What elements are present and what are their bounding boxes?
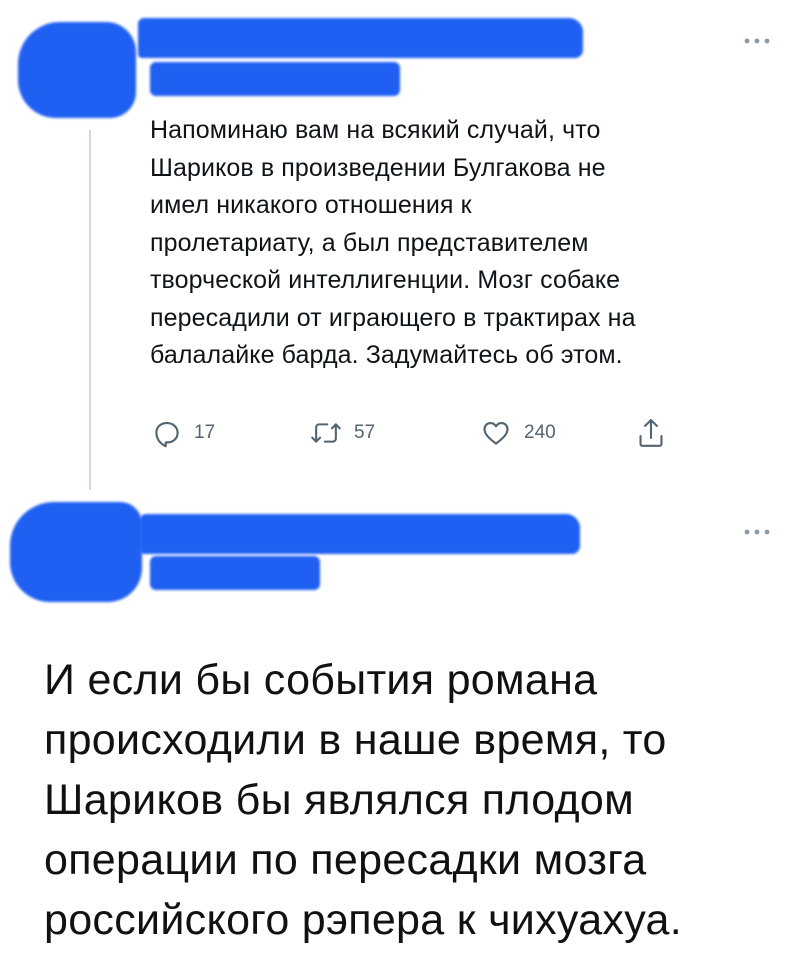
share-button[interactable] xyxy=(637,415,665,451)
redacted-avatar xyxy=(10,502,142,602)
retweet-button[interactable]: 57 xyxy=(310,415,375,451)
redacted-avatar xyxy=(18,22,136,118)
like-count: 240 xyxy=(524,422,556,443)
like-button[interactable]: 240 xyxy=(480,415,556,451)
retweet-count: 57 xyxy=(354,422,376,443)
redacted-display-name xyxy=(138,18,583,58)
thread-connector-line xyxy=(89,130,91,490)
reply-icon xyxy=(152,418,182,448)
meme-caption: И если бы события романа происходили в н… xyxy=(44,656,683,944)
more-icon[interactable] xyxy=(741,525,773,539)
reply-button[interactable]: 17 xyxy=(152,415,215,451)
redacted-username xyxy=(150,556,320,590)
tweet-card[interactable] xyxy=(0,490,809,620)
more-icon[interactable] xyxy=(741,34,773,48)
redacted-display-name xyxy=(140,514,580,554)
share-icon xyxy=(637,417,665,449)
reply-count: 17 xyxy=(194,422,216,443)
tweet-text: Напоминаю вам на всякий случай, что Шари… xyxy=(150,116,636,369)
heart-icon xyxy=(480,418,512,448)
redacted-username xyxy=(150,62,400,96)
retweet-icon xyxy=(310,418,342,448)
tweet-card[interactable]: Напоминаю вам на всякий случай, что Шари… xyxy=(0,0,809,490)
tweet-action-bar: 17 57 240 xyxy=(150,415,690,451)
